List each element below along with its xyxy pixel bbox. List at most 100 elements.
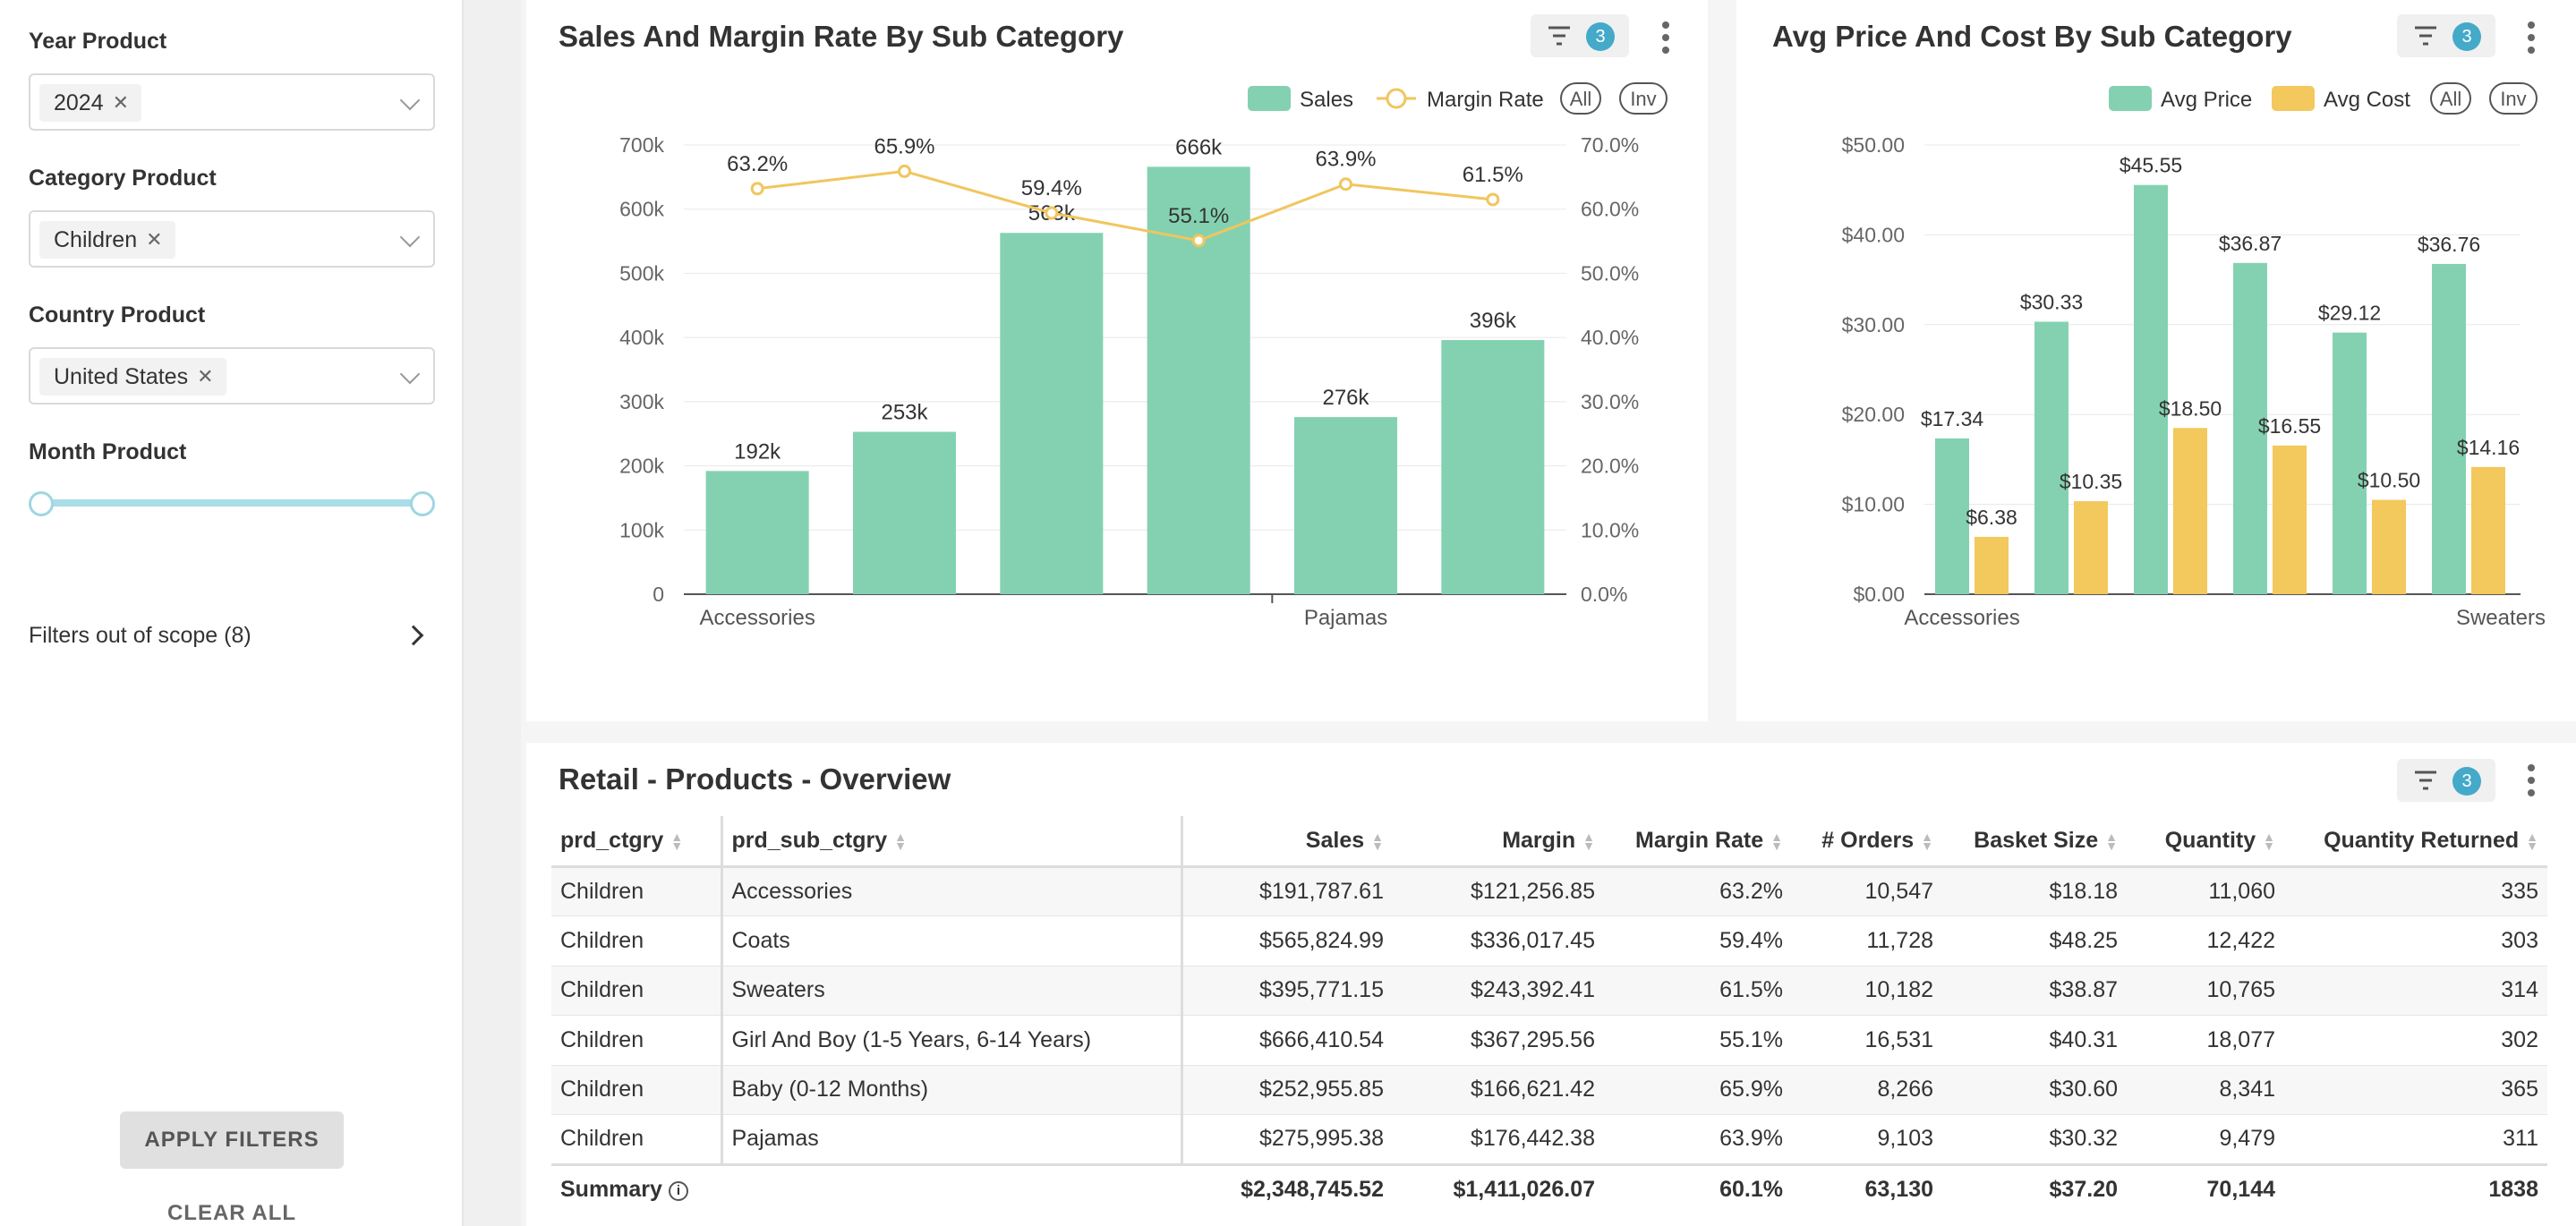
more-options-icon[interactable] bbox=[1662, 21, 1671, 57]
table-row[interactable]: Children Baby (0-12 Months) $252,955.85 … bbox=[551, 1064, 2547, 1115]
filter-icon bbox=[1548, 26, 1570, 46]
y2-tick-label: 0.0% bbox=[1581, 583, 1627, 606]
margin-rate-data-label: 59.4% bbox=[1021, 176, 1082, 200]
column-header[interactable]: prd_ctgry ▲ ▼ bbox=[551, 816, 723, 868]
category-filter-select[interactable]: Children ✕ bbox=[29, 210, 435, 268]
table-row[interactable]: Children Girl And Boy (1-5 Years, 6-14 Y… bbox=[551, 1015, 2547, 1065]
avg-price-bar bbox=[2134, 184, 2168, 594]
apply-filters-button[interactable]: APPLY FILTERS bbox=[120, 1111, 344, 1169]
table-cell: 302 bbox=[2284, 1015, 2547, 1065]
y-tick-label: 700k bbox=[619, 133, 664, 157]
month-slider-track[interactable] bbox=[39, 499, 422, 507]
chevron-right-icon[interactable] bbox=[403, 625, 424, 646]
info-icon[interactable]: i bbox=[668, 1180, 688, 1201]
y-tick-label: $50.00 bbox=[1842, 133, 1905, 157]
sales-margin-chart: Sales Margin Rate All Inv 0 0.0% 100k 10.0% 200k… bbox=[619, 82, 1668, 630]
category-filter-value: Children bbox=[54, 226, 138, 252]
legend-all-label: All bbox=[2440, 88, 2461, 110]
y-tick-label: 600k bbox=[619, 198, 664, 221]
avg-cost-data-label: $14.16 bbox=[2457, 436, 2520, 459]
table-cell: $666,410.54 bbox=[1181, 1015, 1393, 1065]
table-cell: $252,955.85 bbox=[1181, 1064, 1393, 1115]
sales-data-label: 276k bbox=[1322, 386, 1369, 410]
column-header-label: Sales bbox=[1305, 827, 1365, 853]
column-header[interactable]: Sales ▲ ▼ bbox=[1181, 816, 1393, 868]
table-filter-indicator[interactable]: 3 bbox=[2397, 759, 2495, 802]
y-tick-label: 200k bbox=[619, 455, 664, 478]
sales-bar bbox=[705, 471, 809, 594]
price-cost-chart-title: Avg Price And Cost By Sub Category bbox=[1772, 20, 2292, 53]
column-header-label: prd_ctgry bbox=[560, 827, 664, 853]
table-row[interactable]: Children Accessories $191,787.61 $121,25… bbox=[551, 865, 2547, 916]
summary-cell bbox=[721, 1162, 1181, 1214]
table-row[interactable]: Children Sweaters $395,771.15 $243,392.4… bbox=[551, 965, 2547, 1016]
avg-price-data-label: $36.87 bbox=[2219, 232, 2282, 255]
sort-icon[interactable]: ▲ ▼ bbox=[2105, 830, 2118, 852]
table-cell: $40.31 bbox=[1942, 1015, 2127, 1065]
remove-tag-icon[interactable]: ✕ bbox=[113, 91, 129, 115]
sort-icon[interactable]: ▲ ▼ bbox=[2526, 830, 2538, 852]
column-header[interactable]: Quantity ▲ ▼ bbox=[2127, 816, 2284, 868]
chevron-down-icon[interactable] bbox=[399, 226, 421, 248]
country-filter-select[interactable]: United States ✕ bbox=[29, 347, 435, 404]
avg-cost-data-label: $16.55 bbox=[2258, 414, 2321, 438]
chevron-down-icon[interactable] bbox=[399, 89, 421, 111]
year-filter-label: Year Product bbox=[29, 29, 167, 54]
table-cell: 12,422 bbox=[2127, 915, 2284, 966]
price-cost-chart: Avg Price Avg Cost All Inv $0.00 $10.00 $20.00… bbox=[1842, 82, 2546, 630]
y-tick-label: 100k bbox=[619, 518, 664, 541]
table-cell: $367,295.56 bbox=[1393, 1015, 1604, 1065]
y-tick-label: 400k bbox=[619, 326, 664, 349]
y-tick-label: $20.00 bbox=[1842, 403, 1905, 426]
sort-icon[interactable]: ▲ ▼ bbox=[670, 830, 683, 852]
table-cell: 63.9% bbox=[1604, 1114, 1792, 1164]
sort-icon[interactable]: ▲ ▼ bbox=[1770, 830, 1783, 852]
column-header[interactable]: Margin Rate ▲ ▼ bbox=[1604, 816, 1792, 868]
category-filter-tag: Children ✕ bbox=[39, 221, 175, 259]
sort-icon[interactable]: ▲ ▼ bbox=[1371, 830, 1384, 852]
month-slider-end-handle[interactable] bbox=[410, 491, 435, 516]
summary-cell: $1,411,026.07 bbox=[1393, 1162, 1604, 1214]
sales-bar bbox=[1000, 233, 1104, 594]
table-cell: Coats bbox=[721, 915, 1183, 966]
summary-cell: $37.20 bbox=[1942, 1162, 2127, 1214]
y2-tick-label: 50.0% bbox=[1581, 261, 1639, 285]
filter-count-badge: 3 bbox=[2452, 22, 2481, 51]
sort-icon[interactable]: ▲ ▼ bbox=[894, 830, 907, 852]
year-filter-value: 2024 bbox=[54, 89, 104, 115]
margin-rate-data-label: 63.9% bbox=[1315, 148, 1376, 172]
column-header[interactable]: # Orders ▲ ▼ bbox=[1792, 816, 1942, 868]
margin-rate-point bbox=[1339, 177, 1352, 192]
sort-icon[interactable]: ▲ ▼ bbox=[1582, 830, 1595, 852]
table-cell: $565,824.99 bbox=[1181, 915, 1393, 966]
more-options-icon[interactable] bbox=[2528, 21, 2537, 57]
filter-count-badge: 3 bbox=[2452, 767, 2481, 796]
summary-row: Summary i $2,348,745.52 $1,411,026.07 60… bbox=[551, 1162, 2547, 1214]
sort-icon[interactable]: ▲ ▼ bbox=[2263, 830, 2275, 852]
table-cell: $166,621.42 bbox=[1393, 1064, 1604, 1115]
remove-tag-icon[interactable]: ✕ bbox=[146, 228, 162, 251]
chart2-filter-indicator[interactable]: 3 bbox=[2397, 14, 2495, 57]
column-header[interactable]: Basket Size ▲ ▼ bbox=[1942, 816, 2127, 868]
table-cell: $336,017.45 bbox=[1393, 915, 1604, 966]
table-row[interactable]: Children Coats $565,824.99 $336,017.45 5… bbox=[551, 915, 2547, 966]
chart1-filter-indicator[interactable]: 3 bbox=[1531, 14, 1629, 57]
column-header[interactable]: Quantity Returned ▲ ▼ bbox=[2284, 816, 2547, 868]
remove-tag-icon[interactable]: ✕ bbox=[197, 365, 213, 388]
x-tick-label: Accessories bbox=[699, 606, 815, 630]
month-slider-start-handle[interactable] bbox=[29, 491, 54, 516]
clear-all-button[interactable]: CLEAR ALL bbox=[120, 1201, 344, 1226]
sort-icon[interactable]: ▲ ▼ bbox=[1921, 830, 1933, 852]
avg-cost-data-label: $6.38 bbox=[1966, 506, 2017, 529]
table-row[interactable]: Children Pajamas $275,995.38 $176,442.38… bbox=[551, 1114, 2547, 1164]
y2-tick-label: 20.0% bbox=[1581, 455, 1639, 478]
column-header[interactable]: prd_sub_ctgry ▲ ▼ bbox=[721, 816, 1183, 868]
dashboard-gutter bbox=[464, 0, 521, 1226]
filters-out-of-scope[interactable]: Filters out of scope (8) bbox=[29, 623, 252, 649]
year-filter-select[interactable]: 2024 ✕ bbox=[29, 73, 435, 131]
chevron-down-icon[interactable] bbox=[399, 363, 421, 385]
column-header-label: Quantity Returned bbox=[2324, 827, 2520, 853]
column-header[interactable]: Margin ▲ ▼ bbox=[1393, 816, 1604, 868]
more-options-icon[interactable] bbox=[2528, 764, 2537, 800]
legend-sales-label: Sales bbox=[1300, 88, 1353, 112]
